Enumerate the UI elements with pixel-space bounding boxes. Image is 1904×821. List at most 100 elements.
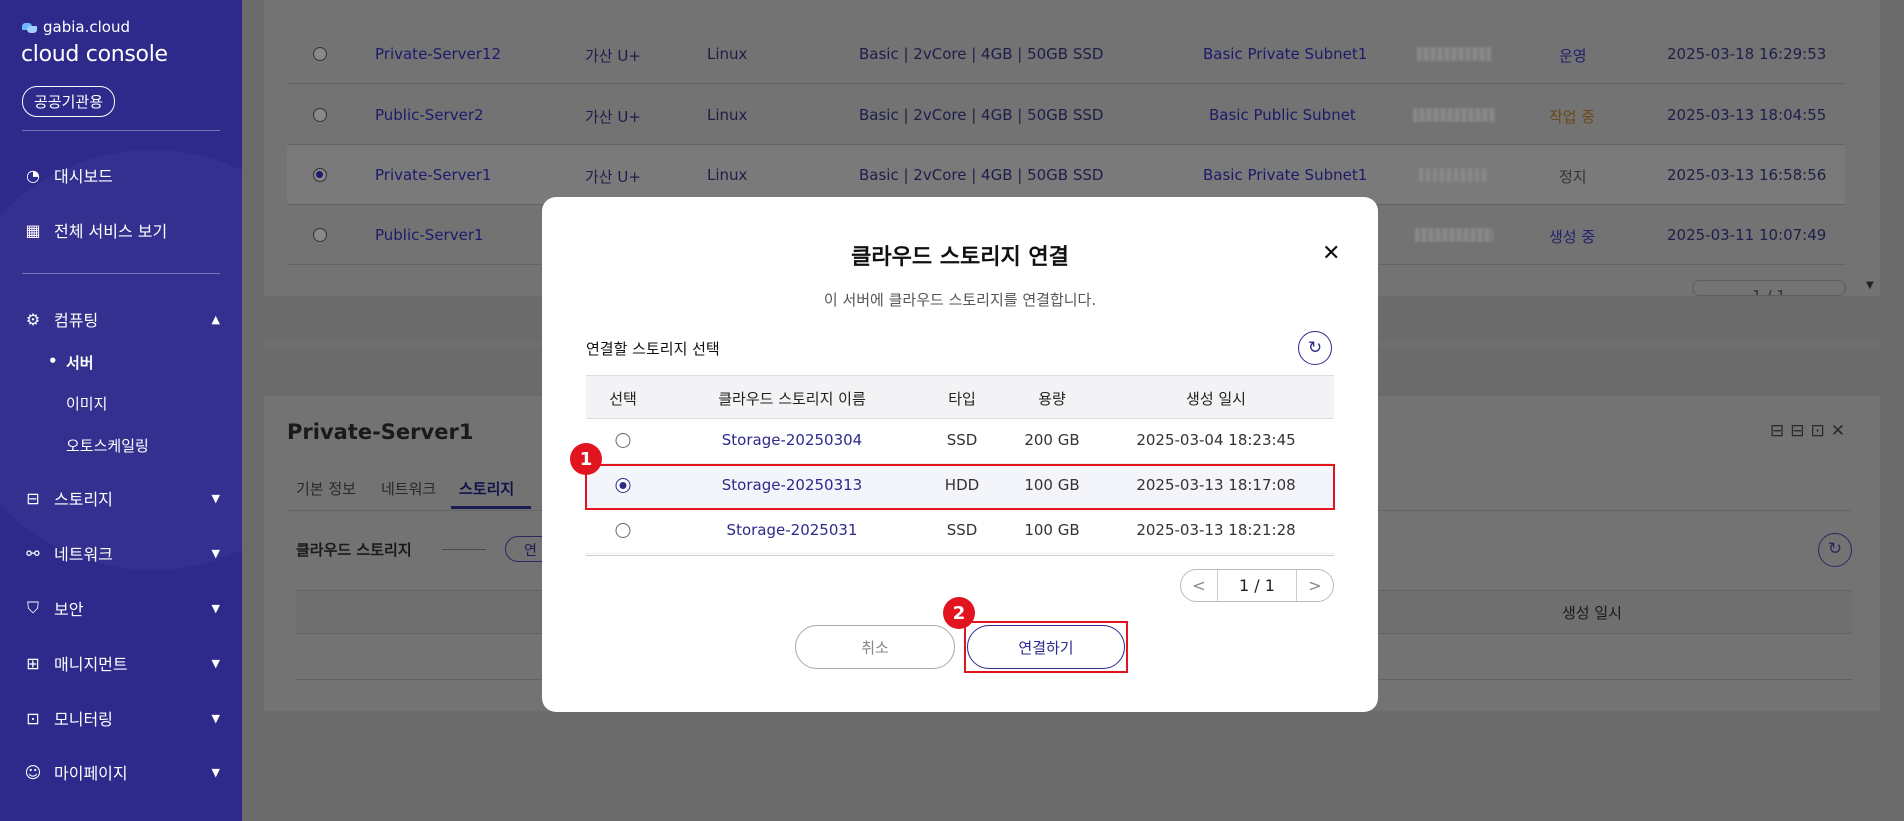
table-header: 선택 클라우드 스토리지 이름 타입 용량 생성 일시: [586, 375, 1334, 419]
dashboard-icon: ◔: [26, 165, 40, 185]
active-tab-underline: [451, 506, 531, 509]
table-row-selected[interactable]: Private-Server1 가산 U+ Linux Basic | 2vCo…: [287, 145, 1845, 205]
tab-storage[interactable]: 스토리지: [459, 478, 514, 499]
sidebar-item-label: 대시보드: [54, 167, 113, 186]
sidebar-item-security[interactable]: ⛉ 보안 ▼: [22, 593, 220, 623]
sidebar-item-label: 매니지먼트: [54, 655, 128, 674]
refresh-icon: ↻: [1307, 338, 1323, 358]
scrollbar-arrow-icon[interactable]: ▼: [1866, 280, 1874, 291]
redacted-ip: [1415, 228, 1493, 242]
server-created: 2025-03-11 10:07:49: [1667, 226, 1827, 244]
storage-name[interactable]: Storage-2025031: [727, 521, 858, 539]
sidebar-item-storage[interactable]: ⊟ 스토리지 ▼: [22, 483, 220, 513]
storage-size: 100 GB: [1024, 521, 1080, 539]
tab-network[interactable]: 네트워크: [381, 478, 436, 499]
header-type: 타입: [948, 390, 976, 408]
server-subnet[interactable]: Basic Private Subnet1: [1203, 166, 1367, 184]
server-spec: Basic | 2vCore | 4GB | 50GB SSD: [859, 45, 1104, 63]
redacted-ip: [1419, 168, 1489, 182]
brand-title[interactable]: cloud console: [21, 42, 168, 67]
server-name[interactable]: Private-Server1: [375, 166, 491, 184]
cancel-button[interactable]: 취소: [795, 625, 955, 669]
row-radio[interactable]: [313, 47, 327, 61]
storage-name[interactable]: Storage-20250304: [722, 431, 862, 449]
header-size: 용량: [1038, 390, 1066, 408]
window-controls: ⊟⊟⊡✕: [1770, 421, 1851, 441]
server-subnet[interactable]: Basic Public Subnet: [1209, 106, 1356, 124]
col-created-header: 생성 일시: [1562, 604, 1622, 622]
chevron-left-icon[interactable]: <: [1181, 576, 1217, 595]
sidebar-item-computing[interactable]: ⚙ 컴퓨팅 ▲: [22, 304, 220, 334]
gabia-logo[interactable]: gabia.cloud: [22, 18, 130, 36]
sidebar-item-management[interactable]: ⊞ 매니지먼트 ▼: [22, 648, 220, 678]
detail-refresh-button[interactable]: ↻: [1818, 533, 1852, 567]
sidebar-sub-image[interactable]: 이미지: [66, 393, 107, 414]
public-agency-badge[interactable]: 공공기관용: [22, 86, 116, 117]
close-icon[interactable]: ✕: [1831, 421, 1851, 441]
server-created: 2025-03-13 16:58:56: [1667, 166, 1827, 184]
storage-select-label: 연결할 스토리지 선택: [586, 340, 720, 358]
server-subnet[interactable]: Basic Private Subnet1: [1203, 45, 1367, 63]
table-row[interactable]: Private-Server12 가산 U+ Linux Basic | 2vC…: [287, 24, 1845, 84]
chevron-right-icon[interactable]: >: [1297, 576, 1333, 595]
server-zone: 가산 U+: [585, 168, 641, 186]
chevron-down-icon: ▼: [211, 601, 220, 615]
storage-created: 2025-03-04 18:23:45: [1136, 431, 1296, 449]
sidebar-item-all-services[interactable]: ▦ 전체 서비스 보기: [22, 215, 220, 245]
server-name[interactable]: Private-Server12: [375, 45, 501, 63]
sidebar-item-network[interactable]: ⚯ 네트워크 ▼: [22, 538, 220, 568]
brand-small-text: gabia.cloud: [43, 18, 130, 36]
sidebar-divider: [22, 273, 220, 274]
storage-type: SSD: [946, 431, 978, 449]
section-line: [442, 549, 486, 550]
server-pager[interactable]: 1 / 1: [1692, 280, 1846, 296]
storage-radio[interactable]: [615, 433, 631, 448]
table-row[interactable]: Public-Server2 가산 U+ Linux Basic | 2vCor…: [287, 85, 1845, 145]
storage-icon: ⊟: [26, 488, 40, 508]
sidebar-item-label: 네트워크: [54, 545, 113, 564]
sidebar-item-monitoring[interactable]: ⊡ 모니터링 ▼: [22, 703, 220, 733]
split-top-icon[interactable]: ⊟: [1790, 421, 1810, 441]
split-horizontal-icon[interactable]: ⊟: [1770, 421, 1790, 441]
server-pager-text: 1 / 1: [1752, 287, 1786, 296]
sidebar-sub-autoscaling[interactable]: 오토스케일링: [66, 435, 149, 456]
storage-radio[interactable]: [615, 523, 631, 538]
minimize-icon[interactable]: ⊡: [1811, 421, 1831, 441]
server-status: 운영: [1559, 47, 1587, 65]
header-select: 선택: [609, 390, 637, 408]
sidebar-item-dashboard[interactable]: ◔ 대시보드: [22, 160, 220, 190]
modal-pager[interactable]: < 1 / 1 >: [1180, 569, 1334, 602]
modal-description: 이 서버에 클라우드 스토리지를 연결합니다.: [823, 291, 1097, 309]
sidebar-item-mypage[interactable]: ☺ 마이페이지 ▼: [22, 757, 220, 787]
section-cloud-storage: 클라우드 스토리지: [296, 541, 412, 559]
chevron-up-icon: ▲: [211, 312, 220, 326]
connect-button-label: 연: [524, 543, 537, 559]
step-marker-2: 2: [943, 597, 975, 629]
sidebar-sub-server[interactable]: 서버: [48, 352, 93, 373]
header-name: 클라우드 스토리지 이름: [718, 390, 866, 408]
step-marker-1: 1: [570, 443, 602, 475]
close-icon[interactable]: ✕: [1322, 241, 1340, 266]
row-radio[interactable]: [313, 108, 327, 122]
server-name[interactable]: Public-Server1: [375, 226, 484, 244]
highlight-box-connect: [964, 621, 1128, 673]
user-icon: ☺: [24, 762, 42, 782]
network-icon: ⚯: [26, 543, 40, 563]
refresh-button[interactable]: ↻: [1298, 331, 1332, 365]
chevron-down-icon: ▼: [211, 711, 220, 725]
server-zone: 가산 U+: [585, 108, 641, 126]
sidebar-item-label: 모니터링: [54, 710, 113, 729]
server-name[interactable]: Public-Server2: [375, 106, 484, 124]
chevron-down-icon: ▼: [211, 765, 220, 779]
tab-basic-info[interactable]: 기본 정보: [296, 478, 356, 499]
row-radio[interactable]: [313, 228, 327, 242]
header-created: 생성 일시: [1186, 390, 1246, 408]
table-row[interactable]: Storage-20250304 SSD 200 GB 2025-03-04 1…: [586, 419, 1334, 464]
redacted-ip: [1417, 47, 1491, 61]
table-row[interactable]: Storage-2025031 SSD 100 GB 2025-03-13 18…: [586, 509, 1334, 554]
sidebar-item-label: 컴퓨팅: [54, 311, 99, 330]
sidebar: gabia.cloud cloud console 공공기관용 ◔ 대시보드 ▦…: [0, 0, 242, 821]
row-radio[interactable]: [313, 168, 327, 182]
connect-storage-button[interactable]: 연: [505, 536, 545, 562]
cloud-logo-icon: [22, 21, 38, 33]
